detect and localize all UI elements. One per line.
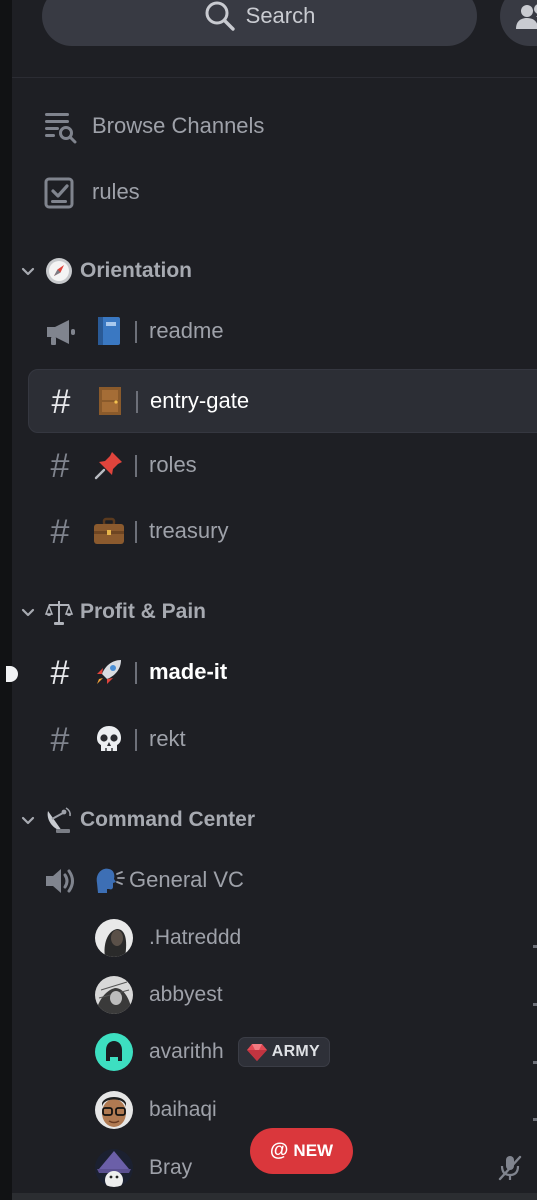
rules-checklist-icon [42, 175, 78, 211]
role-tag: ARMY [237, 1037, 331, 1067]
channel-label: roles [149, 452, 197, 477]
channel-entry-gate[interactable]: # entry-gate [28, 369, 537, 433]
new-mentions-label: NEW [293, 1141, 334, 1160]
channel-rules[interactable]: rules [28, 161, 537, 225]
voice-user-name: baihaqi [149, 1098, 217, 1121]
channel-label: readme [149, 318, 224, 343]
chevron-down-icon [21, 267, 35, 276]
browse-channels-icon [42, 109, 78, 145]
briefcase-icon [92, 514, 126, 548]
chevron-down-icon [21, 608, 35, 617]
voice-channel-general-vc[interactable]: General VC [28, 849, 537, 913]
new-mentions-button[interactable]: @ NEW [250, 1128, 353, 1174]
role-tag-label: ARMY [271, 1043, 321, 1060]
channel-label: General VC [129, 867, 244, 892]
category-orientation[interactable]: Orientation [18, 251, 192, 291]
pushpin-icon [92, 448, 126, 482]
channel-label: treasury [149, 518, 229, 543]
blue-book-icon [92, 314, 126, 348]
speaking-head-icon [92, 863, 126, 897]
channel-rekt[interactable]: # rekt [28, 708, 537, 772]
channel-separator [136, 391, 138, 413]
scales-icon [44, 597, 74, 627]
channel-label: rekt [149, 726, 186, 751]
search-button[interactable]: Search [42, 0, 477, 46]
category-profit-and-pain[interactable]: Profit & Pain [18, 592, 206, 632]
voice-user[interactable]: abbyest [95, 975, 223, 1015]
scroll-tick [533, 945, 537, 948]
channel-separator [135, 321, 137, 343]
hashtag-icon: # [50, 654, 70, 692]
scroll-tick [533, 1118, 537, 1121]
hashtag-icon: # [50, 513, 70, 551]
avatar [95, 1091, 133, 1129]
avatar [95, 976, 133, 1014]
channel-treasury[interactable]: # treasury [28, 500, 537, 564]
channel-list-screen: Search Browse Channels rules Orientation… [0, 0, 537, 1200]
voice-user-name: abbyest [149, 983, 223, 1006]
category-label: Command Center [80, 808, 256, 831]
channel-label: entry-gate [150, 388, 250, 413]
voice-user-name: Bray [149, 1156, 193, 1179]
voice-user[interactable]: baihaqi [95, 1090, 217, 1130]
search-icon [205, 1, 235, 31]
channel-roles[interactable]: # roles [28, 434, 537, 498]
voice-user-name: avarithh [149, 1040, 224, 1063]
channel-label: rules [92, 179, 140, 204]
unread-indicator [6, 666, 18, 682]
browse-channels-item[interactable]: Browse Channels [28, 95, 537, 159]
at-symbol: @ [269, 1140, 289, 1161]
search-label: Search [245, 3, 316, 28]
compass-icon [44, 256, 74, 286]
members-button[interactable] [500, 0, 537, 46]
mic-muted-icon [498, 1155, 522, 1181]
red-gem-icon [246, 1044, 267, 1061]
members-icon [516, 4, 537, 29]
scroll-tick [533, 1061, 537, 1064]
avatar [95, 1149, 133, 1187]
channel-readme[interactable]: readme [28, 300, 537, 364]
channel-separator [135, 729, 137, 751]
channel-separator [135, 521, 137, 543]
channel-separator [135, 455, 137, 477]
category-command-center[interactable]: Command Center [18, 800, 255, 840]
category-label: Orientation [80, 259, 193, 282]
chevron-down-icon [21, 816, 35, 825]
browse-channels-label: Browse Channels [92, 113, 265, 138]
satellite-dish-icon [44, 805, 74, 835]
category-label: Profit & Pain [80, 600, 207, 623]
avatar [95, 1033, 133, 1071]
hashtag-icon: # [51, 383, 71, 421]
skull-icon [92, 722, 126, 756]
bottom-divider [12, 1193, 537, 1200]
rocket-icon [92, 655, 126, 689]
speaker-icon [42, 863, 78, 899]
megaphone-icon [42, 314, 78, 350]
voice-user-name: .Hatreddd [149, 926, 242, 949]
hashtag-icon: # [50, 721, 70, 759]
voice-user[interactable]: avarithh ARMY [95, 1032, 331, 1072]
avatar [95, 919, 133, 957]
voice-user[interactable]: .Hatreddd [95, 918, 241, 958]
hashtag-icon: # [50, 447, 70, 485]
channel-made-it[interactable]: # made-it [28, 641, 537, 705]
door-icon [93, 384, 127, 418]
channel-label: made-it [149, 659, 228, 684]
channel-separator [135, 662, 137, 684]
voice-user[interactable]: Bray [95, 1148, 192, 1188]
channel-list-header: Search [12, 0, 537, 78]
server-rail-edge [0, 0, 12, 1200]
scroll-tick [533, 1003, 537, 1006]
